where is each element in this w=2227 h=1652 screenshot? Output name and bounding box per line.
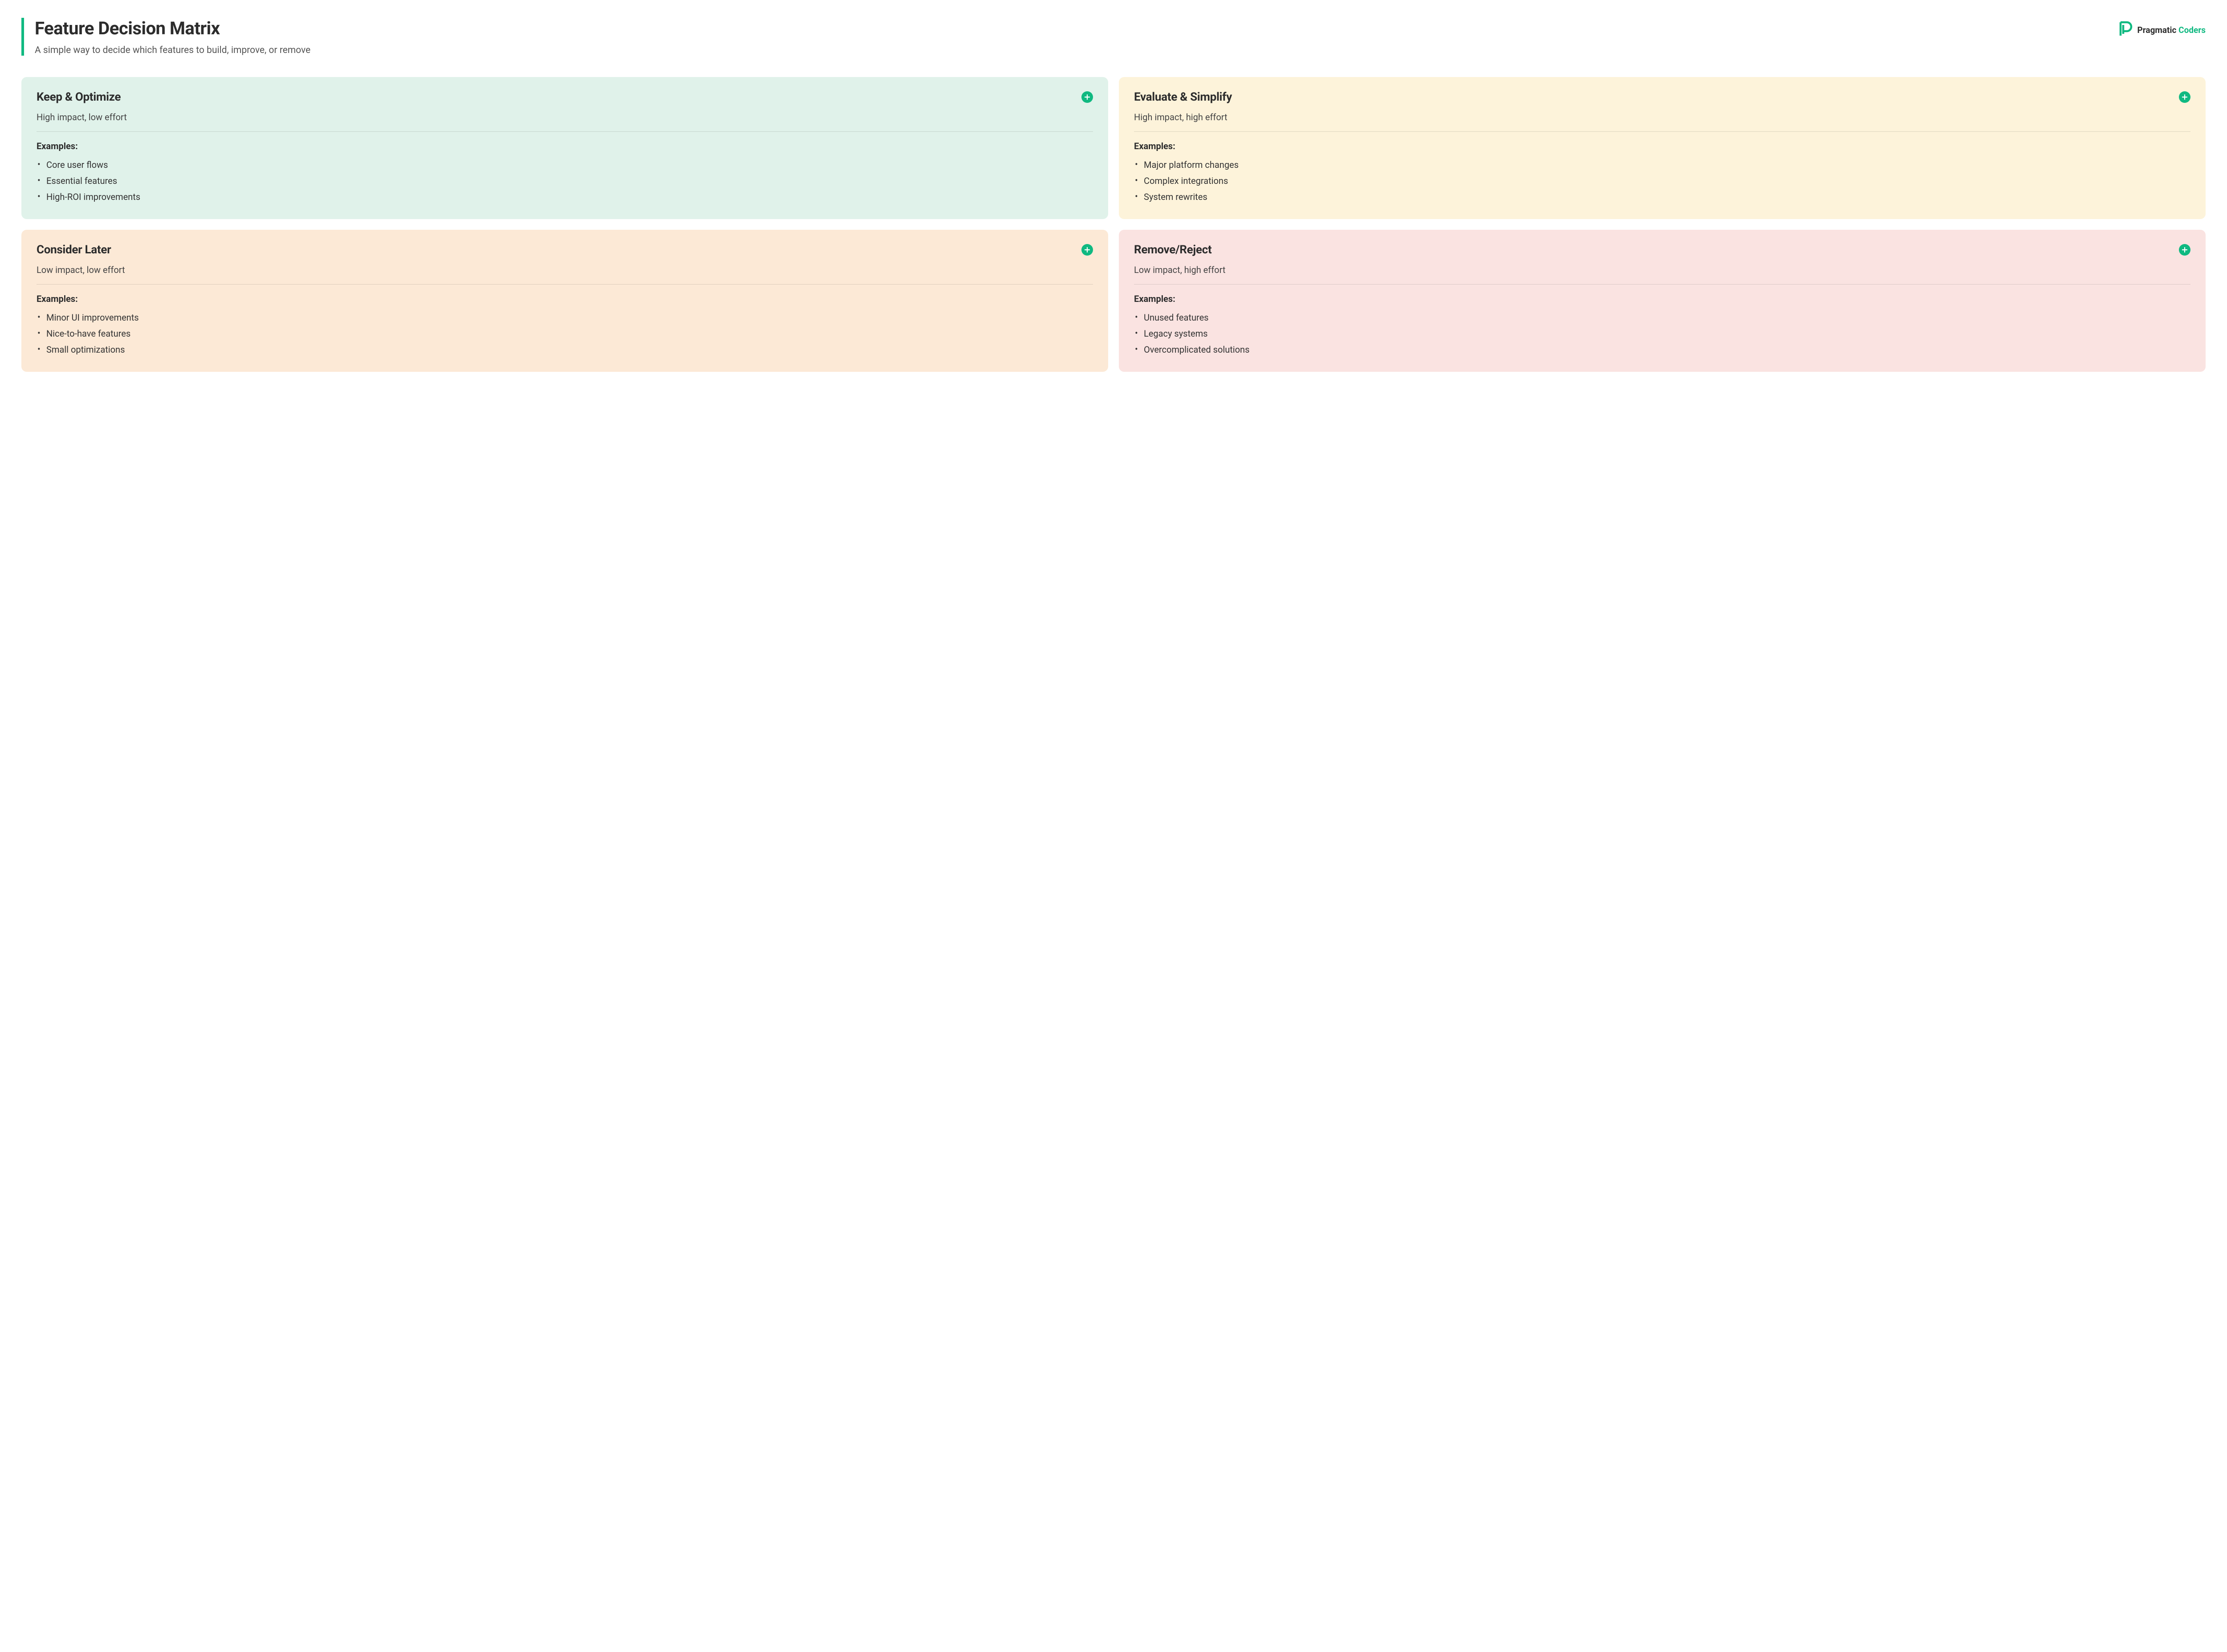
plus-icon[interactable]	[2179, 91, 2190, 103]
list-item: Minor UI improvements	[37, 309, 1093, 326]
card-header: Keep & Optimize	[37, 90, 1093, 104]
examples-label: Examples:	[37, 141, 1093, 151]
title-block: Feature Decision Matrix A simple way to …	[21, 18, 310, 56]
card-subtitle: High impact, low effort	[37, 112, 1093, 132]
matrix-grid: Keep & Optimize High impact, low effort …	[21, 77, 2206, 372]
plus-icon[interactable]	[1081, 244, 1093, 256]
brand-text: Pragmatic Coders	[2137, 25, 2206, 35]
quadrant-keep-optimize: Keep & Optimize High impact, low effort …	[21, 77, 1108, 219]
examples-label: Examples:	[37, 293, 1093, 304]
card-header: Consider Later	[37, 243, 1093, 256]
page-title: Feature Decision Matrix	[35, 18, 310, 39]
plus-icon[interactable]	[2179, 244, 2190, 256]
quadrant-consider-later: Consider Later Low impact, low effort Ex…	[21, 230, 1108, 372]
brand-word-coders: Coders	[2178, 25, 2206, 35]
card-subtitle: Low impact, high effort	[1134, 264, 2190, 285]
list-item: Overcomplicated solutions	[1134, 342, 2190, 358]
card-title: Keep & Optimize	[37, 90, 121, 104]
plus-icon[interactable]	[1081, 91, 1093, 103]
examples-list: Core user flows Essential features High-…	[37, 157, 1093, 205]
list-item: System rewrites	[1134, 189, 2190, 205]
list-item: Small optimizations	[37, 342, 1093, 358]
examples-label: Examples:	[1134, 293, 2190, 304]
list-item: Unused features	[1134, 309, 2190, 326]
brand-mark-icon	[2118, 20, 2133, 39]
quadrant-remove-reject: Remove/Reject Low impact, high effort Ex…	[1119, 230, 2206, 372]
card-subtitle: High impact, high effort	[1134, 112, 2190, 132]
card-title: Consider Later	[37, 243, 111, 256]
examples-label: Examples:	[1134, 141, 2190, 151]
list-item: Major platform changes	[1134, 157, 2190, 173]
card-title: Remove/Reject	[1134, 243, 1211, 256]
card-title: Evaluate & Simplify	[1134, 90, 1232, 104]
examples-list: Major platform changes Complex integrati…	[1134, 157, 2190, 205]
quadrant-evaluate-simplify: Evaluate & Simplify High impact, high ef…	[1119, 77, 2206, 219]
brand-word-pragmatic: Pragmatic	[2137, 25, 2177, 35]
list-item: Core user flows	[37, 157, 1093, 173]
list-item: Essential features	[37, 173, 1093, 189]
card-subtitle: Low impact, low effort	[37, 264, 1093, 285]
list-item: Complex integrations	[1134, 173, 2190, 189]
list-item: Nice-to-have features	[37, 326, 1093, 342]
card-header: Remove/Reject	[1134, 243, 2190, 256]
list-item: Legacy systems	[1134, 326, 2190, 342]
examples-list: Minor UI improvements Nice-to-have featu…	[37, 309, 1093, 358]
header: Feature Decision Matrix A simple way to …	[21, 18, 2206, 56]
list-item: High-ROI improvements	[37, 189, 1093, 205]
card-header: Evaluate & Simplify	[1134, 90, 2190, 104]
examples-list: Unused features Legacy systems Overcompl…	[1134, 309, 2190, 358]
brand-logo: Pragmatic Coders	[2118, 20, 2206, 39]
page-subtitle: A simple way to decide which features to…	[35, 45, 310, 56]
